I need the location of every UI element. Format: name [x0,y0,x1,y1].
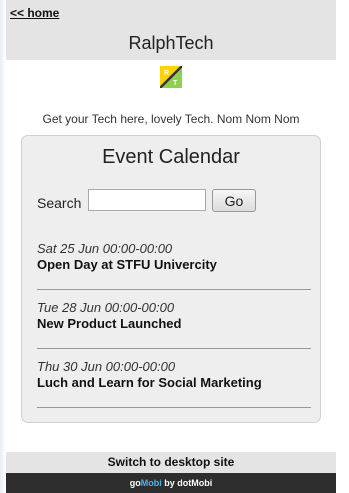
event-item: Tue 28 Jun 00:00-00:00 New Product Launc… [37,300,311,331]
event-divider [37,407,311,408]
event-divider [37,348,311,349]
event-date: Sat 25 Jun 00:00-00:00 [37,241,173,256]
brand-mobi: Mobi [191,478,213,488]
search-input[interactable] [88,189,206,211]
logo-letter-t: T [173,80,178,87]
brand-go: go [129,478,141,488]
search-label: Search [37,195,82,211]
calendar-title: Event Calendar [102,146,240,168]
event-title-link[interactable]: Luch and Learn for Social Marketing [37,375,311,390]
event-item: Sat 25 Jun 00:00-00:00 Open Day at STFU … [37,241,311,272]
tagline: Get your Tech here, lovely Tech. Nom Nom… [42,112,300,126]
event-divider [37,289,311,290]
logo-graphic: R T [159,65,183,89]
home-link[interactable]: << home [10,6,59,20]
gomobi-footer: goMobi by dotMobi [6,473,336,493]
event-title-link[interactable]: Open Day at STFU Univercity [37,257,311,272]
site-logo: R T [159,65,183,89]
brand-by-dot: by dot [161,478,192,488]
event-title-link[interactable]: New Product Launched [37,316,311,331]
page: << home RalphTech R T Get your Tech here… [6,0,336,493]
switch-to-desktop-link[interactable]: Switch to desktop site [6,452,336,473]
event-date: Tue 28 Jun 00:00-00:00 [37,300,175,315]
right-gutter [336,0,349,493]
brand-mobi-accent: Mobi [140,478,162,488]
event-date: Thu 30 Jun 00:00-00:00 [37,359,176,374]
logo-letter-r: R [164,70,169,77]
go-button[interactable]: Go [212,189,256,212]
home-bar: << home [6,0,336,26]
site-title: RalphTech [6,26,336,60]
event-calendar-card: Event Calendar Search Go Sat 25 Jun 00:0… [21,135,321,423]
event-item: Thu 30 Jun 00:00-00:00 Luch and Learn fo… [37,359,311,390]
